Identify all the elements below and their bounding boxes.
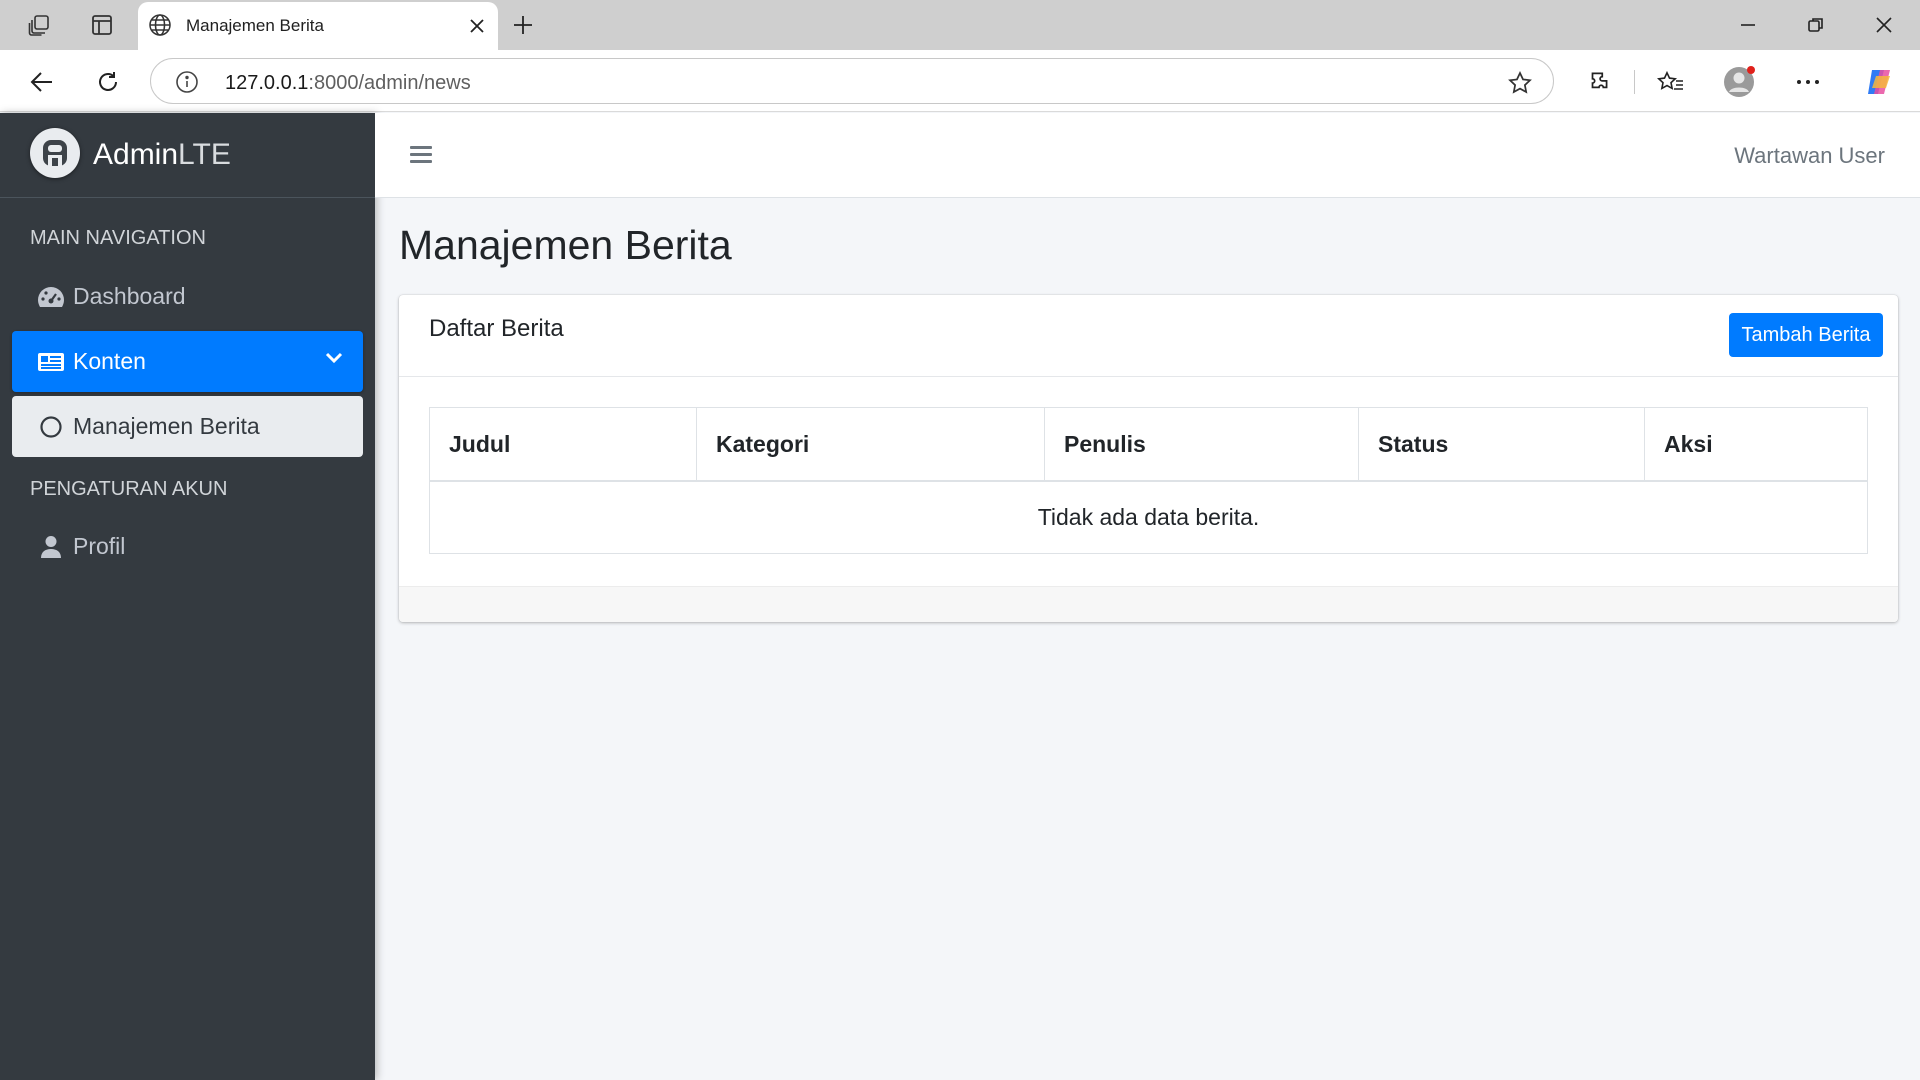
hamburger-menu-icon[interactable] [409, 143, 433, 170]
nav-header-account: PENGATURAN AKUN [30, 478, 228, 500]
close-tab-icon[interactable] [462, 11, 492, 41]
sidebar-item-dashboard[interactable]: Dashboard [12, 266, 363, 327]
minimize-icon[interactable] [1728, 10, 1768, 40]
column-header-aksi[interactable]: Aksi [1645, 408, 1867, 480]
url-text: 127.0.0.1:8000/admin/news [225, 72, 471, 94]
table-empty-message: Tidak ada data berita. [1037, 504, 1260, 530]
globe-icon [148, 13, 172, 42]
browser-tab-active[interactable]: Manajemen Berita [138, 2, 498, 50]
sidebar-item-label: Manajemen Berita [73, 413, 260, 439]
news-card: Daftar Berita Tambah Berita Judul Katego… [399, 295, 1898, 622]
main-header: Wartawan User [375, 113, 1920, 198]
sidebar-item-manajemen-berita[interactable]: Manajemen Berita [12, 396, 363, 457]
extensions-icon[interactable] [1582, 65, 1616, 99]
circle-icon [27, 415, 75, 439]
tab-title: Manajemen Berita [186, 16, 324, 35]
page-title: Manajemen Berita [399, 222, 732, 268]
newspaper-icon [27, 351, 75, 373]
column-header-penulis[interactable]: Penulis [1045, 408, 1359, 480]
site-info-icon[interactable] [175, 70, 199, 99]
back-arrow-icon[interactable] [25, 65, 59, 99]
sidebar-item-profil[interactable]: Profil [12, 516, 363, 577]
chevron-down-icon [325, 351, 343, 370]
toolbar-separator [1634, 70, 1635, 94]
vertical-tabs-icon[interactable] [87, 10, 117, 40]
dashboard-gauge-icon [27, 285, 75, 309]
sidebar-item-label: Konten [73, 348, 146, 374]
close-window-icon[interactable] [1864, 10, 1904, 40]
user-menu[interactable]: Wartawan User [1734, 143, 1885, 169]
sidebar: AdminLTE MAIN NAVIGATION Dashboard Konte… [0, 113, 375, 1080]
brand-link[interactable]: AdminLTE [0, 113, 375, 198]
sidebar-item-label: Dashboard [73, 283, 186, 309]
favorites-icon[interactable] [1654, 65, 1688, 99]
user-icon [27, 535, 75, 559]
card-header: Daftar Berita Tambah Berita [399, 295, 1898, 377]
browser-toolbar: 127.0.0.1:8000/admin/news [0, 50, 1920, 112]
copilot-icon[interactable] [1862, 65, 1896, 99]
column-header-status[interactable]: Status [1359, 408, 1645, 480]
column-header-kategori[interactable]: Kategori [697, 408, 1045, 480]
nav-header-main: MAIN NAVIGATION [30, 227, 206, 249]
browser-tab-bar: Manajemen Berita [0, 0, 1920, 50]
address-bar[interactable]: 127.0.0.1:8000/admin/news [150, 58, 1554, 104]
add-news-button[interactable]: Tambah Berita [1729, 313, 1883, 357]
brand-text: AdminLTE [93, 138, 231, 171]
table-header: Judul Kategori Penulis Status Aksi [430, 408, 1867, 482]
card-footer [399, 586, 1898, 622]
news-table: Judul Kategori Penulis Status Aksi Tidak… [429, 407, 1868, 554]
sidebar-item-konten[interactable]: Konten [12, 331, 363, 392]
reload-icon[interactable] [91, 65, 125, 99]
workspaces-icon[interactable] [24, 10, 54, 40]
adminlte-logo-icon [30, 128, 80, 178]
column-header-judul[interactable]: Judul [430, 408, 697, 480]
card-title: Daftar Berita [429, 315, 564, 342]
favorite-star-icon[interactable] [1507, 70, 1533, 101]
more-options-icon[interactable] [1791, 65, 1825, 99]
new-tab-icon[interactable] [508, 10, 538, 40]
profile-avatar-icon[interactable] [1722, 65, 1756, 99]
restore-icon[interactable] [1796, 10, 1836, 40]
sidebar-item-label: Profil [73, 533, 126, 559]
